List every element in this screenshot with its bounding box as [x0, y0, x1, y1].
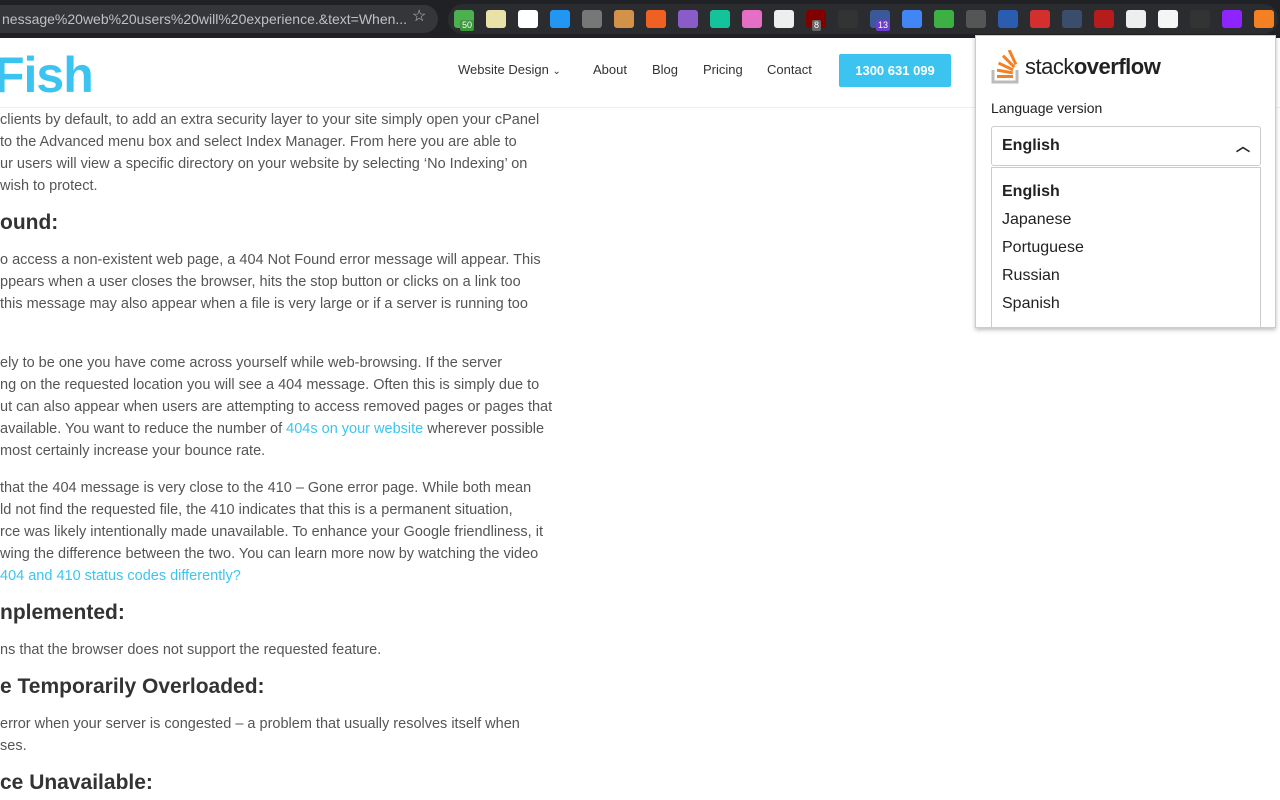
moon-icon[interactable] — [1222, 10, 1242, 28]
extension-badge: 8 — [812, 20, 822, 31]
font-icon[interactable]: 13 — [870, 10, 891, 31]
stackoverflow-icon[interactable] — [1254, 10, 1274, 28]
ublock-icon[interactable]: 8 — [806, 10, 826, 31]
refresh-icon[interactable] — [934, 10, 954, 28]
feather-icon[interactable] — [678, 10, 698, 28]
text-line: wing the difference between the two. You… — [0, 546, 539, 562]
json-icon[interactable] — [774, 10, 794, 28]
glasses-icon[interactable] — [1190, 10, 1210, 28]
site-logo[interactable]: Fish — [0, 46, 94, 104]
text-line: ns that the browser does not support the… — [0, 642, 382, 658]
404s-link[interactable]: 404s on your website — [286, 421, 423, 437]
address-bar[interactable]: nessage%20web%20users%20will%20experienc… — [0, 5, 438, 33]
text-line: most certainly increase your bounce rate… — [0, 443, 266, 459]
yg-icon[interactable] — [1030, 10, 1050, 28]
cookie-icon[interactable] — [614, 10, 634, 28]
text-line: clients by default, to add an extra secu… — [0, 112, 540, 128]
bookmark-star-icon[interactable]: ☆ — [412, 6, 426, 26]
option-russian[interactable]: Russian — [992, 262, 1260, 290]
phone-button[interactable]: 1300 631 099 — [839, 54, 951, 87]
globe-icon[interactable] — [998, 10, 1018, 28]
crest-icon[interactable] — [1094, 10, 1114, 28]
text-line: ses. — [0, 738, 27, 754]
text-line: ld not find the requested file, the 410 … — [0, 502, 513, 518]
gradient-icon[interactable] — [742, 10, 762, 28]
language-select[interactable]: English ︿ — [991, 126, 1261, 166]
section-heading: e Temporarily Overloaded: — [0, 675, 265, 698]
language-options: English Japanese Portuguese Russian Span… — [991, 167, 1261, 329]
stackoverflow-logo-icon — [991, 50, 1019, 84]
circle-icon[interactable] — [1126, 10, 1146, 28]
nav-blog[interactable]: Blog — [652, 62, 678, 77]
nav-contact[interactable]: Contact — [767, 62, 812, 77]
s-icon[interactable] — [1158, 10, 1178, 28]
mail-icon[interactable] — [582, 10, 602, 28]
text-line: that the 404 message is very close to th… — [0, 480, 532, 496]
text-line: 404 and 410 status codes differently? — [0, 568, 241, 584]
extensions-bar: 50 8 13 — [448, 4, 1278, 34]
bitly-icon[interactable] — [646, 10, 666, 28]
text-line: wish to protect. — [0, 178, 98, 194]
extension-badge: 50 — [460, 20, 475, 31]
grammarly-icon[interactable] — [710, 10, 730, 28]
text-line: o access a non-existent web page, a 404 … — [0, 252, 541, 268]
frame-icon[interactable] — [518, 10, 538, 28]
window-icon[interactable] — [966, 10, 986, 28]
react-icon[interactable] — [838, 10, 858, 28]
oz-icon[interactable] — [1062, 10, 1082, 28]
text-line: rce was likely intentionally made unavai… — [0, 524, 543, 540]
nav-pricing[interactable]: Pricing — [703, 62, 743, 77]
text-line: this message may also appear when a file… — [0, 296, 528, 312]
text-line: ely to be one you have come across yours… — [0, 355, 503, 371]
nav-about[interactable]: About — [593, 62, 627, 77]
option-japanese[interactable]: Japanese — [992, 206, 1260, 234]
option-english[interactable]: English — [992, 178, 1260, 206]
section-heading: ound: — [0, 211, 59, 234]
text-line: to the Advanced menu box and select Inde… — [0, 134, 517, 150]
text-line: ng on the requested location you will se… — [0, 377, 540, 393]
droplet-icon[interactable] — [550, 10, 570, 28]
notepad-icon[interactable] — [486, 10, 506, 28]
language-version-label: Language version — [991, 100, 1103, 116]
option-spanish[interactable]: Spanish — [992, 290, 1260, 318]
translate-icon[interactable] — [902, 10, 922, 28]
section-heading: ce Unavailable: — [0, 771, 153, 794]
video-link[interactable]: 404 and 410 status codes differently? — [0, 568, 241, 584]
text-line: error when your server is congested – a … — [0, 716, 520, 732]
text-line: ppears when a user closes the browser, h… — [0, 274, 521, 290]
evernote-icon[interactable]: 50 — [454, 10, 475, 31]
browser-toolbar: nessage%20web%20users%20will%20experienc… — [0, 0, 1280, 38]
stackoverflow-logo: stackoverflow — [991, 50, 1161, 84]
text-line: ut can also appear when users are attemp… — [0, 399, 553, 415]
option-portuguese[interactable]: Portuguese — [992, 234, 1260, 262]
extension-badge: 13 — [876, 20, 891, 31]
text-line: available. You want to reduce the number… — [0, 421, 545, 437]
text-line: ur users will view a specific directory … — [0, 156, 528, 172]
section-heading: nplemented: — [0, 601, 125, 624]
chevron-down-icon: ⌄ — [552, 66, 561, 77]
url-text: nessage%20web%20users%20will%20experienc… — [2, 11, 408, 27]
extension-popup: stackoverflow Language version English ︿ … — [975, 35, 1276, 329]
nav-website-design[interactable]: Website Design ⌄ — [458, 62, 561, 77]
chevron-up-icon: ︿ — [1236, 138, 1250, 154]
